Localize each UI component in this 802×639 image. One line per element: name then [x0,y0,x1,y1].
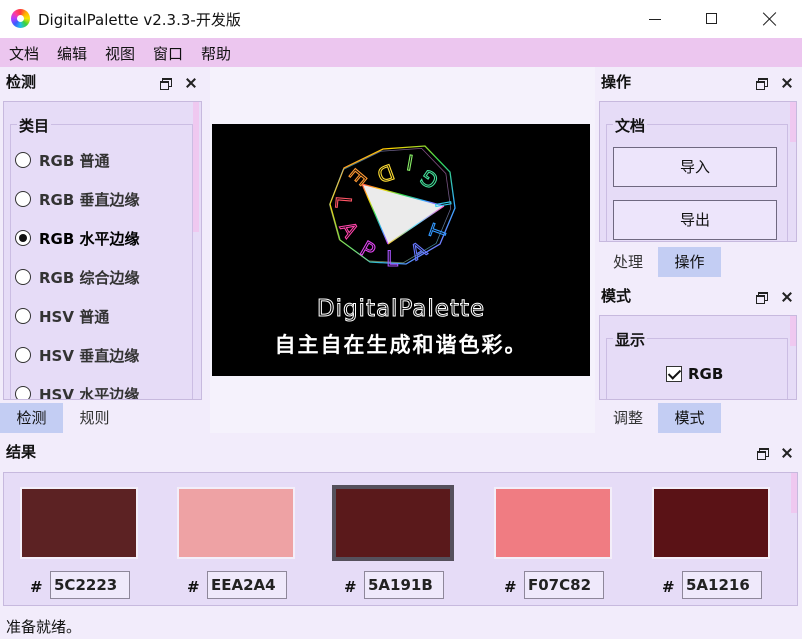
mode-dock-title: 模式 [601,287,632,305]
tab-rules[interactable]: 规则 [63,403,126,433]
float-icon[interactable] [757,448,769,460]
mode-panel: 显示 RGB [599,315,797,400]
color-swatch[interactable] [177,487,295,559]
caption-subtitle: 自主自在生成和谐色彩。 [274,333,528,357]
title-bar: DigitalPalette v2.3.3-开发版 [0,0,802,38]
operate-dock-title: 操作 [601,73,632,91]
minimize-icon [649,19,661,20]
maximize-button[interactable] [684,0,742,38]
tab-process[interactable]: 处理 [598,247,658,277]
tab-detect[interactable]: 检测 [0,403,63,433]
menu-view[interactable]: 视图 [105,43,135,64]
tab-adjust[interactable]: 调整 [598,403,658,433]
hash-label: # [187,578,200,596]
radio-button[interactable] [15,191,31,207]
close-icon [762,11,778,27]
results-dock-title: 结果 [6,443,37,461]
radio-button[interactable] [15,230,31,246]
document-label: 文档 [613,115,648,136]
logo-letter: D [374,159,397,187]
operate-panel: 文档 导入 导出 [599,101,797,242]
hex-input[interactable]: EEA2A4 [207,571,287,599]
image-viewport[interactable]: D I G I T A L P A L E DigitalPalette 自主自… [210,67,595,433]
radio-label: HSV 水平边缘 [39,386,140,400]
radio-button[interactable] [15,386,31,399]
caption-title: DigitalPalette [316,296,486,323]
menu-window[interactable]: 窗口 [153,43,183,64]
logo-letter: L [386,247,398,271]
color-swatch[interactable] [20,487,138,559]
radio-button[interactable] [15,152,31,168]
hex-input[interactable]: 5C2223 [50,571,130,599]
logo-letter: E [344,164,371,190]
detect-panel: 类目 RGB 普通 RGB 垂直边缘 RGB 水平边缘 RGB 综合边缘 HSV 普通 H… [3,101,202,400]
close-icon[interactable] [782,448,792,458]
color-swatch[interactable] [652,487,770,559]
radio-button[interactable] [15,308,31,324]
logo-letter: I [405,150,415,175]
hash-label: # [344,578,357,596]
radio-label: RGB 垂直边缘 [39,191,140,209]
menu-help[interactable]: 帮助 [201,43,231,64]
tab-operate[interactable]: 操作 [658,247,721,277]
radio-button[interactable] [15,347,31,363]
category-label: 类目 [17,115,52,136]
radio-button[interactable] [15,269,31,285]
color-swatch[interactable] [494,487,612,559]
rgb-checkbox-label: RGB [688,365,724,383]
hash-label: # [662,578,675,596]
menu-edit[interactable]: 编辑 [57,43,87,64]
palette-app-icon [11,9,30,28]
detect-dock-title: 检测 [6,73,37,91]
float-icon[interactable] [160,78,172,90]
rgb-checkbox[interactable] [666,366,682,382]
hash-label: # [504,578,517,596]
radio-label: RGB 综合边缘 [39,269,140,287]
radio-label: HSV 普通 [39,308,110,326]
float-icon[interactable] [756,78,768,90]
tab-mode[interactable]: 模式 [658,403,721,433]
radio-label: HSV 垂直边缘 [39,347,140,365]
window-title: DigitalPalette v2.3.3-开发版 [38,11,241,29]
hash-label: # [30,578,43,596]
status-bar: 准备就绪。 [0,611,802,639]
results-scrollbar[interactable] [791,473,797,513]
maximize-icon [706,13,717,24]
export-button[interactable]: 导出 [613,200,777,240]
hex-input[interactable]: F07C82 [524,571,604,599]
close-window-button[interactable] [742,0,800,38]
menu-bar: 文档 编辑 视图 窗口 帮助 [0,38,802,67]
color-swatch[interactable] [332,485,454,561]
minimize-button[interactable] [627,0,685,38]
image-canvas[interactable]: D I G I T A L P A L E DigitalPalette 自主自… [212,124,590,376]
results-panel: #5C2223 # EEA2A4 #5A191B # F07C82 #5A1216 [3,472,798,606]
logo-letter: L [331,195,356,209]
radio-label: RGB 水平边缘 [39,230,140,248]
import-button[interactable]: 导入 [613,147,777,187]
hex-input[interactable]: 5A1216 [682,571,762,599]
menu-file[interactable]: 文档 [9,43,39,64]
operate-scrollbar[interactable] [790,102,796,142]
close-icon[interactable] [186,78,196,88]
display-label: 显示 [613,329,648,350]
status-text: 准备就绪。 [6,618,82,636]
logo-letter: P [356,237,379,264]
detect-scrollbar[interactable] [193,102,199,232]
logo-letter: G [416,164,443,193]
hex-input[interactable]: 5A191B [364,571,444,599]
float-icon[interactable] [756,292,768,304]
close-icon[interactable] [782,78,792,88]
close-icon[interactable] [782,292,792,302]
radio-label: RGB 普通 [39,152,110,170]
mode-scrollbar[interactable] [790,316,796,346]
logo-letter: I [432,199,457,209]
